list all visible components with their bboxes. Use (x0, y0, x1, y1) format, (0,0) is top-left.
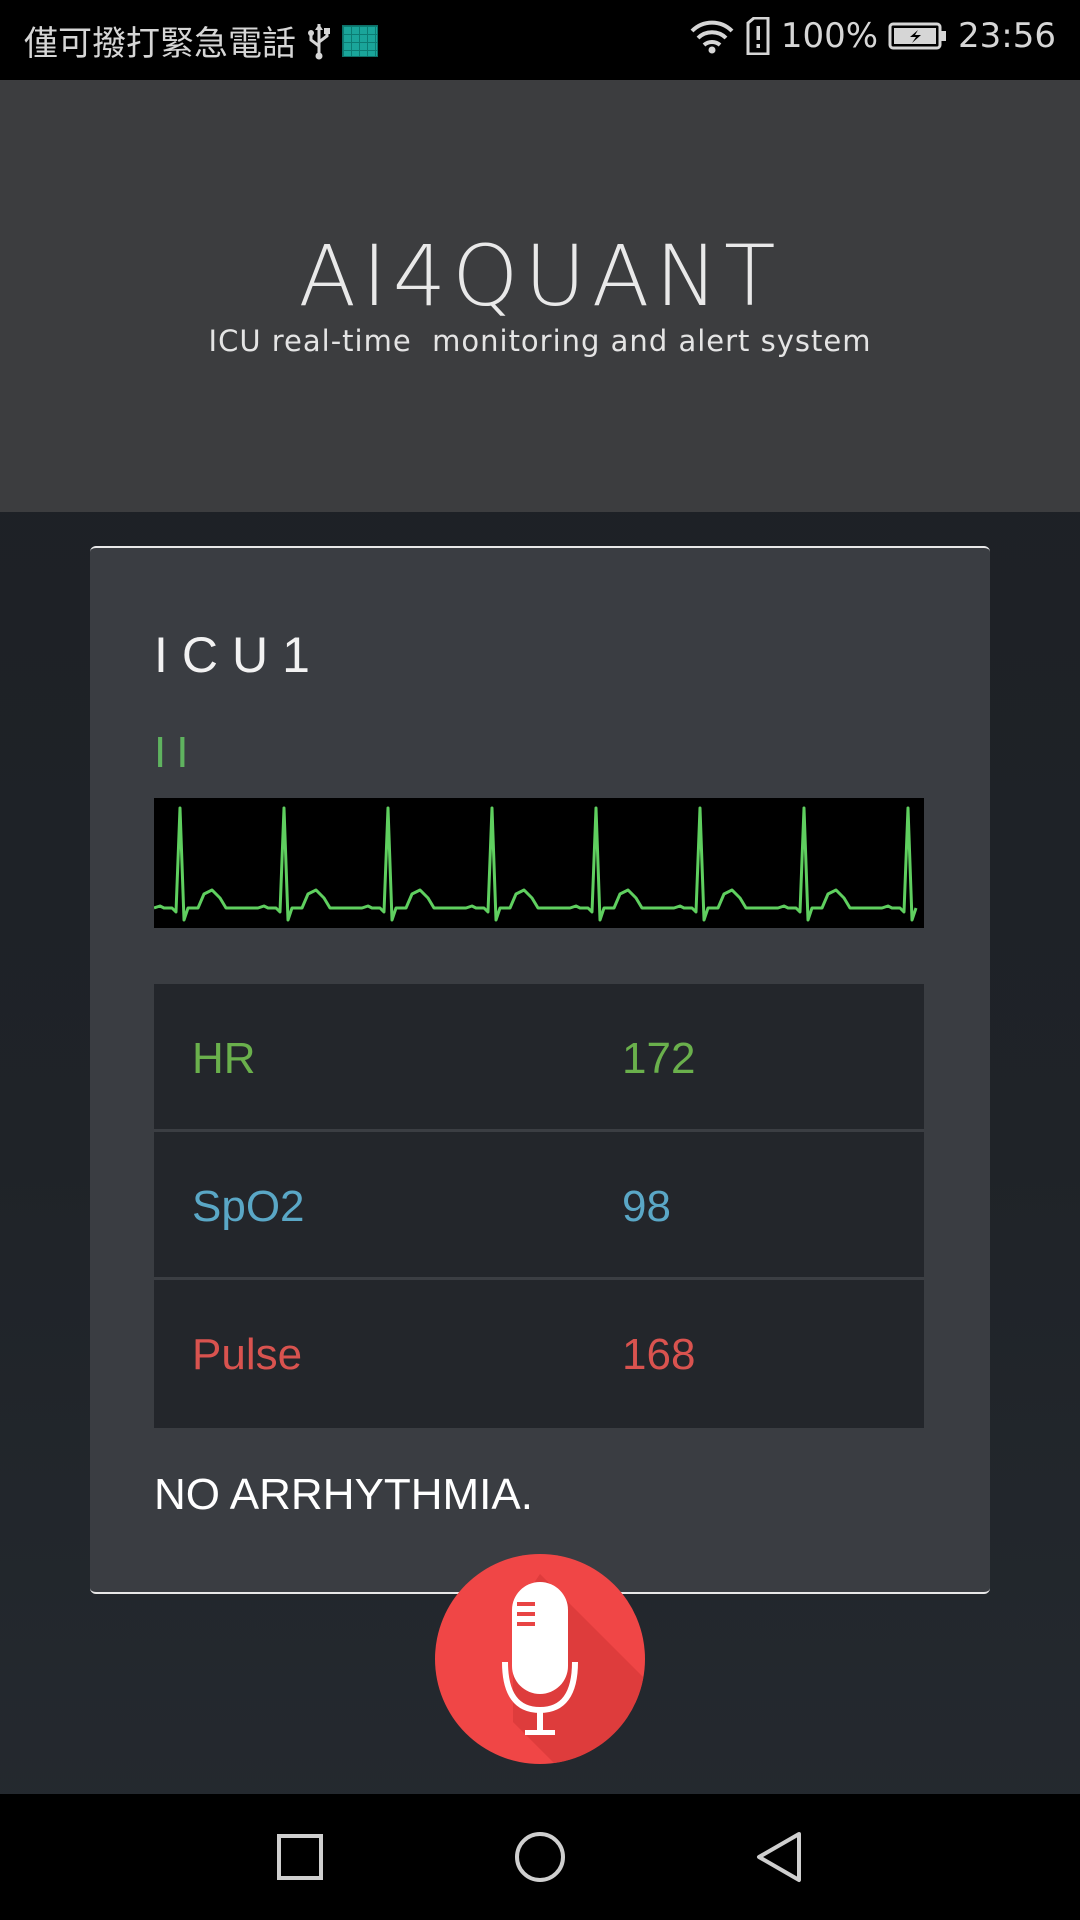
app-header: AI4QUANT ICU real-time monitoring and al… (0, 80, 1080, 512)
vital-value-spo2: 98 (622, 1182, 671, 1231)
sim-alert-icon (745, 17, 771, 55)
status-left: 僅可撥打緊急電話 (24, 16, 378, 65)
vital-row-hr: HR 172 (154, 984, 924, 1132)
ecg-waveform (154, 798, 924, 928)
battery-charging-icon (888, 21, 948, 51)
screenshot-thumbnail-icon (342, 24, 378, 57)
vital-row-spo2: SpO2 98 (154, 1132, 924, 1280)
ecg-trace (154, 806, 918, 922)
wifi-icon (689, 17, 735, 55)
carrier-text: 僅可撥打緊急電話 (24, 24, 296, 64)
vital-value-pulse: 168 (622, 1330, 696, 1379)
ecg-lead-label: II (154, 728, 199, 777)
status-bar: 僅可撥打緊急電話 100% 23:56 (0, 0, 1080, 80)
brand-logo: AI4QUANT (298, 227, 782, 325)
tagline: ICU real-time monitoring and alert syste… (208, 324, 872, 358)
usb-icon (306, 22, 332, 60)
recent-apps-icon[interactable] (265, 1822, 335, 1892)
vitals-table: HR 172 SpO2 98 Pulse 168 (154, 984, 924, 1428)
home-icon[interactable] (505, 1822, 575, 1892)
clock: 23:56 (958, 16, 1056, 56)
navigation-bar (0, 1794, 1080, 1920)
monitor-card: ICU1 II HR 172 SpO2 98 Pulse 168 NO ARRH… (90, 546, 990, 1594)
voice-input-button[interactable] (435, 1554, 645, 1764)
vital-label-hr: HR (192, 1034, 256, 1083)
arrhythmia-status: NO ARRHYTHMIA. (154, 1470, 533, 1519)
microphone-icon (502, 1574, 645, 1764)
vital-value-hr: 172 (622, 1034, 696, 1083)
vital-label-spo2: SpO2 (192, 1182, 305, 1231)
battery-percent: 100% (780, 16, 879, 56)
screen: 僅可撥打緊急電話 100% 23:56 AI4QUANT ICU real-ti… (0, 0, 1080, 1920)
room-title: ICU1 (154, 627, 324, 683)
vital-row-pulse: Pulse 168 (154, 1280, 924, 1428)
status-right: 100% 23:56 (689, 16, 1056, 56)
vital-label-pulse: Pulse (192, 1330, 303, 1379)
back-icon[interactable] (745, 1822, 815, 1892)
